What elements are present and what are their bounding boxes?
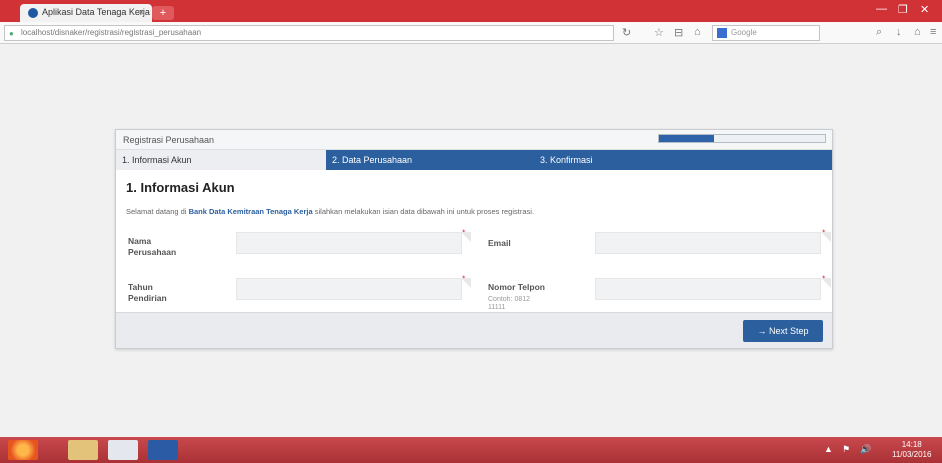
address-bar[interactable]: ● localhost/disnaker/registrasi/registra… bbox=[4, 25, 614, 41]
intro-highlight: Bank Data Kemitraan Tenaga Kerja bbox=[188, 207, 313, 216]
tab-favicon-icon bbox=[28, 8, 38, 18]
new-tab-button[interactable]: + bbox=[152, 6, 174, 20]
phone-hint: Contoh: 0812 11111 bbox=[488, 296, 531, 311]
browser-tab[interactable]: Aplikasi Data Tenaga Kerja × bbox=[20, 4, 152, 22]
company-name-label: Nama Perusahaan bbox=[128, 236, 177, 257]
clock-date: 11/03/2016 bbox=[892, 450, 932, 459]
email-corner bbox=[821, 232, 831, 242]
tray-arrow-icon[interactable]: ▲ bbox=[824, 444, 833, 454]
email-input[interactable] bbox=[595, 232, 821, 254]
menu-icon[interactable]: ≡ bbox=[930, 26, 936, 38]
page-content: Registrasi Perusahaan 1. Informasi Akun … bbox=[0, 45, 942, 437]
step-bar: 1. Informasi Akun 2. Data Perusahaan 3. … bbox=[116, 150, 832, 170]
tab-close-icon[interactable]: × bbox=[139, 7, 144, 17]
phone-input[interactable] bbox=[595, 278, 821, 300]
download-icon[interactable]: ↓ bbox=[896, 26, 902, 38]
step-informasi-akun[interactable]: 1. Informasi Akun bbox=[116, 150, 326, 170]
founded-year-corner bbox=[461, 278, 471, 288]
search-placeholder: Google bbox=[731, 28, 757, 37]
email-label: Email bbox=[488, 238, 511, 248]
globe-icon: ● bbox=[9, 29, 14, 38]
tray-flag-icon[interactable]: ⚑ bbox=[842, 444, 850, 455]
section-title: 1. Informasi Akun bbox=[126, 180, 235, 195]
minimize-icon[interactable]: — bbox=[876, 3, 887, 15]
next-step-button[interactable]: → Next Step bbox=[743, 320, 823, 342]
search-icon[interactable]: ⌕ bbox=[876, 26, 882, 39]
home-button-icon[interactable]: ⌂ bbox=[914, 26, 921, 38]
file-explorer-taskbar-icon[interactable] bbox=[68, 440, 98, 460]
image-viewer-taskbar-icon[interactable] bbox=[108, 440, 138, 460]
browser-toolbar: ● localhost/disnaker/registrasi/registra… bbox=[0, 22, 942, 44]
company-name-input[interactable] bbox=[236, 232, 462, 254]
close-window-icon[interactable]: ✕ bbox=[920, 3, 929, 16]
intro-text: Selamat datang di Bank Data Kemitraan Te… bbox=[126, 207, 534, 216]
intro-suffix: silahkan melakukan isian data dibawah in… bbox=[314, 207, 535, 216]
taskbar-clock[interactable]: 14:18 11/03/2016 bbox=[892, 440, 931, 460]
tab-title: Aplikasi Data Tenaga Kerja bbox=[42, 7, 150, 17]
phone-label: Nomor Telpon bbox=[488, 282, 545, 292]
address-url: localhost/disnaker/registrasi/registrasi… bbox=[21, 28, 202, 37]
step-data-perusahaan[interactable]: 2. Data Perusahaan bbox=[326, 150, 534, 170]
phone-corner bbox=[821, 278, 831, 288]
maximize-icon[interactable]: ❐ bbox=[898, 3, 908, 16]
search-engine-icon bbox=[717, 28, 727, 38]
panel-title: Registrasi Perusahaan bbox=[123, 135, 215, 145]
bookmark-star-icon[interactable]: ☆ bbox=[654, 26, 664, 39]
registration-panel: Registrasi Perusahaan 1. Informasi Akun … bbox=[115, 129, 833, 349]
firefox-taskbar-icon[interactable] bbox=[8, 440, 38, 460]
founded-year-label: Tahun Pendirian bbox=[128, 282, 167, 303]
tray-volume-icon[interactable]: 🔊 bbox=[860, 444, 871, 455]
step-konfirmasi[interactable]: 3. Konfirmasi bbox=[534, 150, 832, 170]
panel-footer: → Next Step bbox=[116, 312, 832, 348]
search-input[interactable]: Google bbox=[712, 25, 820, 41]
windows-taskbar: ▲ ⚑ 🔊 14:18 11/03/2016 bbox=[0, 437, 942, 463]
word-taskbar-icon[interactable] bbox=[148, 440, 178, 460]
intro-prefix: Selamat datang di bbox=[126, 207, 187, 216]
founded-year-input[interactable] bbox=[236, 278, 462, 300]
progress-fill bbox=[659, 135, 714, 142]
reload-icon[interactable]: ↻ bbox=[622, 26, 631, 39]
browser-titlebar: Aplikasi Data Tenaga Kerja × + — ❐ ✕ bbox=[0, 0, 942, 22]
company-name-corner bbox=[461, 232, 471, 242]
registration-progress bbox=[658, 134, 826, 143]
clock-time: 14:18 bbox=[901, 440, 922, 449]
home-icon[interactable]: ⌂ bbox=[694, 26, 701, 38]
panel-header: Registrasi Perusahaan bbox=[116, 130, 832, 150]
bookmarks-icon[interactable]: ⊟ bbox=[674, 26, 683, 39]
